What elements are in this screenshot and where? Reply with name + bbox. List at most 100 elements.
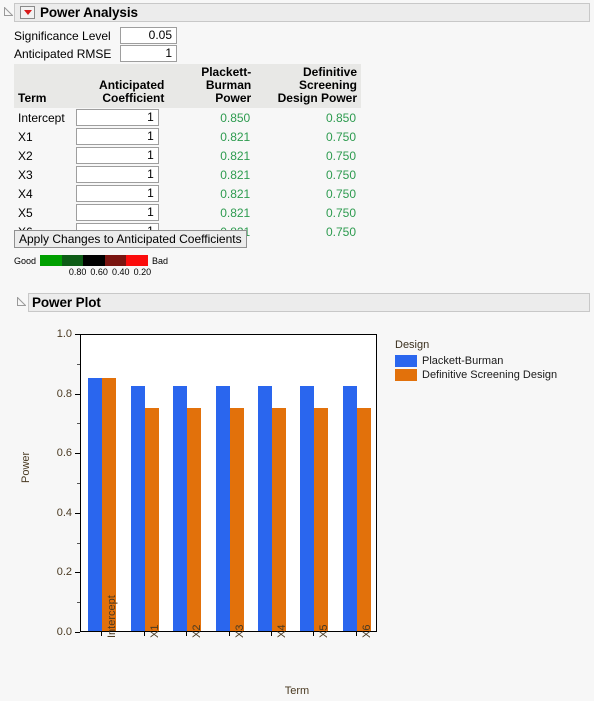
bar-definitive-screening-design bbox=[187, 407, 202, 631]
x-tick-label: Intercept bbox=[106, 595, 119, 638]
power-plot-title: Power Plot bbox=[32, 295, 101, 310]
x-tick-label: X3 bbox=[233, 624, 246, 638]
table-header-row: Term Anticipated Coefficient Plackett- B… bbox=[14, 64, 361, 108]
table-row: X1 1 0.821 0.750 bbox=[14, 127, 361, 146]
cell-coefficient: 1 bbox=[75, 203, 169, 222]
gradient-band-2 bbox=[83, 255, 105, 266]
y-tick-mark bbox=[75, 512, 80, 514]
power-plot-chart: 0.0 0.2 0.4 0.6 0.8 1.0 Power Intercept X1 X2 X3… bbox=[0, 313, 594, 701]
gradient-tick-label: 0.80 bbox=[68, 267, 87, 277]
cell-coefficient: 1 bbox=[75, 146, 169, 165]
anticipated-coefficient-input[interactable]: 1 bbox=[75, 147, 159, 164]
y-tick-mark bbox=[75, 632, 80, 633]
table-row: Intercept 1 0.850 0.850 bbox=[14, 108, 361, 127]
y-tick-minor-mark bbox=[77, 542, 80, 544]
cell-dsd-power: 0.750 bbox=[325, 129, 356, 144]
legend-color-swatch bbox=[395, 355, 417, 367]
coef-head-line1: Anticipated bbox=[99, 78, 165, 92]
gradient-tick-label: 0.60 bbox=[90, 267, 108, 277]
cell-dsd-power: 0.750 bbox=[325, 205, 356, 220]
legend-item[interactable]: Definitive Screening Design bbox=[395, 369, 557, 381]
bars-layer bbox=[81, 335, 376, 631]
significance-level-input[interactable]: 0.05 bbox=[120, 27, 177, 44]
gradient-tick-label: 0.20 bbox=[133, 267, 152, 277]
anticipated-coefficient-input[interactable]: 1 bbox=[75, 185, 159, 202]
cell-dsd-power: 0.750 bbox=[325, 186, 356, 201]
legend-color-swatch bbox=[395, 369, 417, 381]
legend-series-label: Definitive Screening Design bbox=[422, 369, 558, 381]
y-tick-mark bbox=[75, 393, 80, 395]
color-legend-ticks: 0.80 0.60 0.40 0.20 bbox=[14, 267, 174, 279]
x-tick-label: X5 bbox=[318, 624, 331, 638]
gradient-tick-label: 0.40 bbox=[112, 267, 130, 277]
cell-plackett-burman-power: 0.821 bbox=[220, 186, 251, 201]
cell-term: X4 bbox=[18, 186, 33, 201]
x-axis-title: Term bbox=[284, 685, 310, 697]
pb-head-line2: Burman Power bbox=[205, 78, 252, 105]
x-tick-label: X6 bbox=[360, 624, 373, 638]
cell-term: X5 bbox=[18, 205, 33, 220]
anticipated-coefficient-input[interactable]: 1 bbox=[75, 204, 159, 221]
legend-bad-label: Bad bbox=[152, 255, 169, 266]
column-header-dsd-power: Definitive Screening Design Power bbox=[255, 64, 361, 108]
x-tick-mark bbox=[101, 632, 103, 636]
bar-definitive-screening-design bbox=[102, 377, 117, 631]
cell-dsd-power: 0.850 bbox=[325, 110, 356, 125]
column-header-term: Term bbox=[14, 64, 76, 108]
cell-dsd-power: 0.750 bbox=[325, 148, 356, 163]
cell-term: X3 bbox=[18, 167, 33, 182]
legend-series-label: Plackett-Burman bbox=[422, 355, 504, 367]
chart-legend-items: Plackett-Burman Definitive Screening Desi… bbox=[395, 355, 557, 381]
x-tick-label: X2 bbox=[191, 624, 204, 638]
column-header-plackett-burman-power: Plackett- Burman Power bbox=[168, 64, 256, 108]
table-row: X2 1 0.821 0.750 bbox=[14, 146, 361, 165]
x-tick-mark bbox=[186, 632, 188, 636]
bar-plackett-burman bbox=[173, 386, 188, 631]
y-tick-mark bbox=[75, 572, 80, 574]
bar-definitive-screening-design bbox=[229, 407, 244, 631]
cell-plackett-burman-power: 0.821 bbox=[220, 148, 251, 163]
cell-plackett-burman-power: 0.821 bbox=[220, 205, 251, 220]
dsd-head-line2: Design Power bbox=[277, 91, 357, 105]
red-triangle-icon bbox=[23, 10, 32, 15]
anticipated-rmse-input[interactable]: 1 bbox=[120, 45, 177, 62]
bar-definitive-screening-design bbox=[271, 407, 286, 631]
column-header-anticipated-coefficient: Anticipated Coefficient bbox=[75, 64, 169, 108]
apply-changes-button[interactable]: Apply Changes to Anticipated Coefficient… bbox=[14, 230, 247, 248]
legend-item[interactable]: Plackett-Burman bbox=[395, 355, 557, 367]
cell-dsd-power: 0.750 bbox=[325, 224, 356, 239]
gradient-band-0 bbox=[40, 255, 62, 266]
anticipated-coefficient-input[interactable]: 1 bbox=[75, 166, 159, 183]
anticipated-coefficient-input[interactable]: 1 bbox=[75, 128, 159, 145]
x-tick-mark bbox=[228, 632, 230, 636]
bar-plackett-burman bbox=[342, 386, 357, 631]
y-tick-label: 0.4 bbox=[56, 506, 72, 519]
bar-plackett-burman bbox=[300, 386, 315, 631]
power-analysis-disclosure-triangle[interactable] bbox=[4, 7, 13, 16]
significance-level-label: Significance Level bbox=[14, 29, 111, 43]
coef-head-line2: Coefficient bbox=[102, 91, 165, 105]
power-analysis-menu-button[interactable] bbox=[20, 6, 35, 19]
cell-term: X2 bbox=[18, 148, 33, 163]
x-tick-label: X1 bbox=[148, 624, 161, 638]
y-tick-label: 0.0 bbox=[56, 626, 72, 638]
table-body: Intercept 1 0.850 0.850 X1 1 0.821 0.750 X2 1 0.82… bbox=[14, 108, 361, 241]
cell-term: X1 bbox=[18, 129, 33, 144]
y-tick-minor-mark bbox=[77, 363, 80, 365]
table-row: X5 1 0.821 0.750 bbox=[14, 203, 361, 222]
bar-definitive-screening-design bbox=[144, 407, 159, 631]
cell-plackett-burman-power: 0.850 bbox=[220, 110, 251, 125]
cell-plackett-burman-power: 0.821 bbox=[220, 167, 251, 182]
color-legend-row: Good Bad bbox=[14, 255, 174, 266]
power-plot-disclosure-triangle[interactable] bbox=[17, 297, 26, 306]
x-tick-mark bbox=[355, 632, 357, 636]
y-tick-label: 0.2 bbox=[56, 566, 72, 579]
chart-legend: Design Plackett-Burman Definitive Screeni… bbox=[395, 339, 557, 383]
bar-plackett-burman bbox=[88, 377, 103, 631]
power-analysis-table: Term Anticipated Coefficient Plackett- B… bbox=[14, 64, 361, 241]
y-axis-title: Power bbox=[20, 451, 32, 483]
gradient-band-3 bbox=[104, 255, 127, 266]
anticipated-coefficient-input[interactable]: 1 bbox=[75, 109, 159, 126]
bar-plackett-burman bbox=[215, 386, 230, 631]
chart-legend-title: Design bbox=[395, 339, 430, 351]
